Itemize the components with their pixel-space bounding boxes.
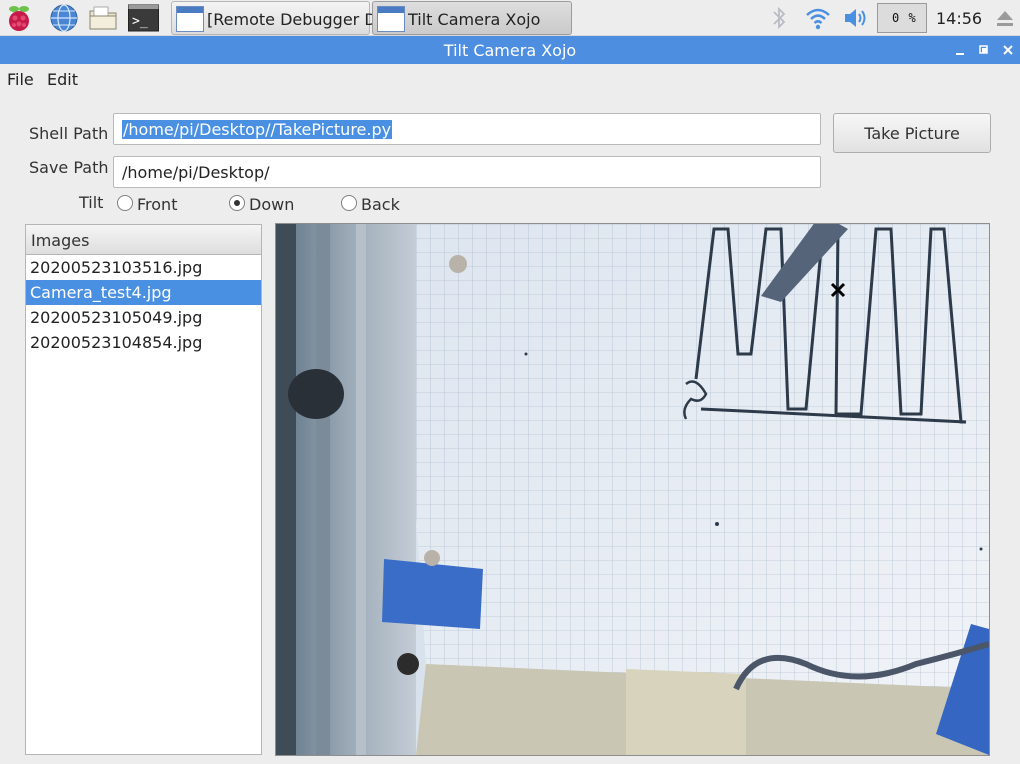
radio-label: Front <box>137 195 178 214</box>
save-path-label: Save Path <box>29 158 109 177</box>
wifi-icon[interactable] <box>804 3 832 33</box>
shell-path-label: Shell Path <box>29 124 109 143</box>
take-picture-label: Take Picture <box>864 124 960 143</box>
list-item-label: Camera_test4.jpg <box>30 283 172 302</box>
camera-photo <box>276 224 989 755</box>
take-picture-button[interactable]: Take Picture <box>833 113 991 153</box>
cpu-value: 0 % <box>892 11 917 25</box>
list-item[interactable]: 20200523103516.jpg <box>26 255 261 280</box>
images-list-header[interactable]: Images <box>26 225 261 255</box>
task-label: Tilt Camera Xojo <box>408 10 541 29</box>
menu-bar: File Edit <box>0 64 1020 94</box>
web-browser-icon[interactable] <box>49 3 79 33</box>
terminal-icon[interactable]: >_ <box>128 3 159 33</box>
list-item-label: 20200523103516.jpg <box>30 258 203 277</box>
clock[interactable]: 14:56 <box>936 9 982 28</box>
save-path-input[interactable]: /home/pi/Desktop/ <box>113 156 821 188</box>
maximize-icon[interactable] <box>976 42 992 58</box>
list-item-label: 20200523104854.jpg <box>30 333 203 352</box>
eject-icon[interactable] <box>993 3 1017 33</box>
close-marker-icon <box>829 281 847 299</box>
header-label: Images <box>31 231 90 250</box>
task-label: [Remote Debugger D... <box>207 10 392 29</box>
menu-edit[interactable]: Edit <box>47 70 78 89</box>
task-tilt-camera[interactable]: Tilt Camera Xojo <box>372 1 572 35</box>
task-remote-debugger[interactable]: [Remote Debugger D... <box>171 1 392 35</box>
volume-icon[interactable] <box>842 3 870 33</box>
raspberry-menu-icon[interactable] <box>4 3 34 33</box>
tilt-down-radio[interactable]: Down <box>229 194 309 214</box>
radio-circle <box>341 195 357 211</box>
window-titlebar[interactable]: Tilt Camera Xojo <box>0 36 1020 64</box>
bluetooth-icon[interactable] <box>767 3 791 33</box>
window-title: Tilt Camera Xojo <box>443 41 577 60</box>
list-item[interactable]: Camera_test4.jpg <box>26 280 261 305</box>
list-item-label: 20200523105049.jpg <box>30 308 203 327</box>
window-icon <box>377 6 405 32</box>
window-icon <box>176 6 204 32</box>
camera-image-canvas[interactable] <box>275 223 990 756</box>
minimize-icon[interactable] <box>952 42 968 58</box>
radio-circle <box>117 195 133 211</box>
save-path-value: /home/pi/Desktop/ <box>122 163 270 182</box>
shell-path-value: /home/pi/Desktop//TakePicture.py <box>122 120 393 139</box>
tilt-front-radio[interactable]: Front <box>117 194 197 214</box>
cpu-monitor[interactable]: 0 % <box>877 3 927 33</box>
svg-text:>_: >_ <box>132 14 148 29</box>
radio-label: Back <box>361 195 400 214</box>
taskbar: >_ [Remote Debugger D... Tilt Camera Xoj… <box>0 0 1020 36</box>
radio-circle <box>229 195 245 211</box>
close-icon[interactable] <box>1000 42 1016 58</box>
shell-path-input[interactable]: /home/pi/Desktop//TakePicture.py <box>113 113 821 145</box>
file-manager-icon[interactable] <box>88 3 118 33</box>
list-item[interactable]: 20200523105049.jpg <box>26 305 261 330</box>
images-listbox[interactable]: Images 20200523103516.jpg Camera_test4.j… <box>25 224 262 755</box>
tilt-back-radio[interactable]: Back <box>341 194 421 214</box>
list-item[interactable]: 20200523104854.jpg <box>26 330 261 355</box>
radio-label: Down <box>249 195 295 214</box>
menu-file[interactable]: File <box>7 70 34 89</box>
tilt-label: Tilt <box>79 193 104 212</box>
